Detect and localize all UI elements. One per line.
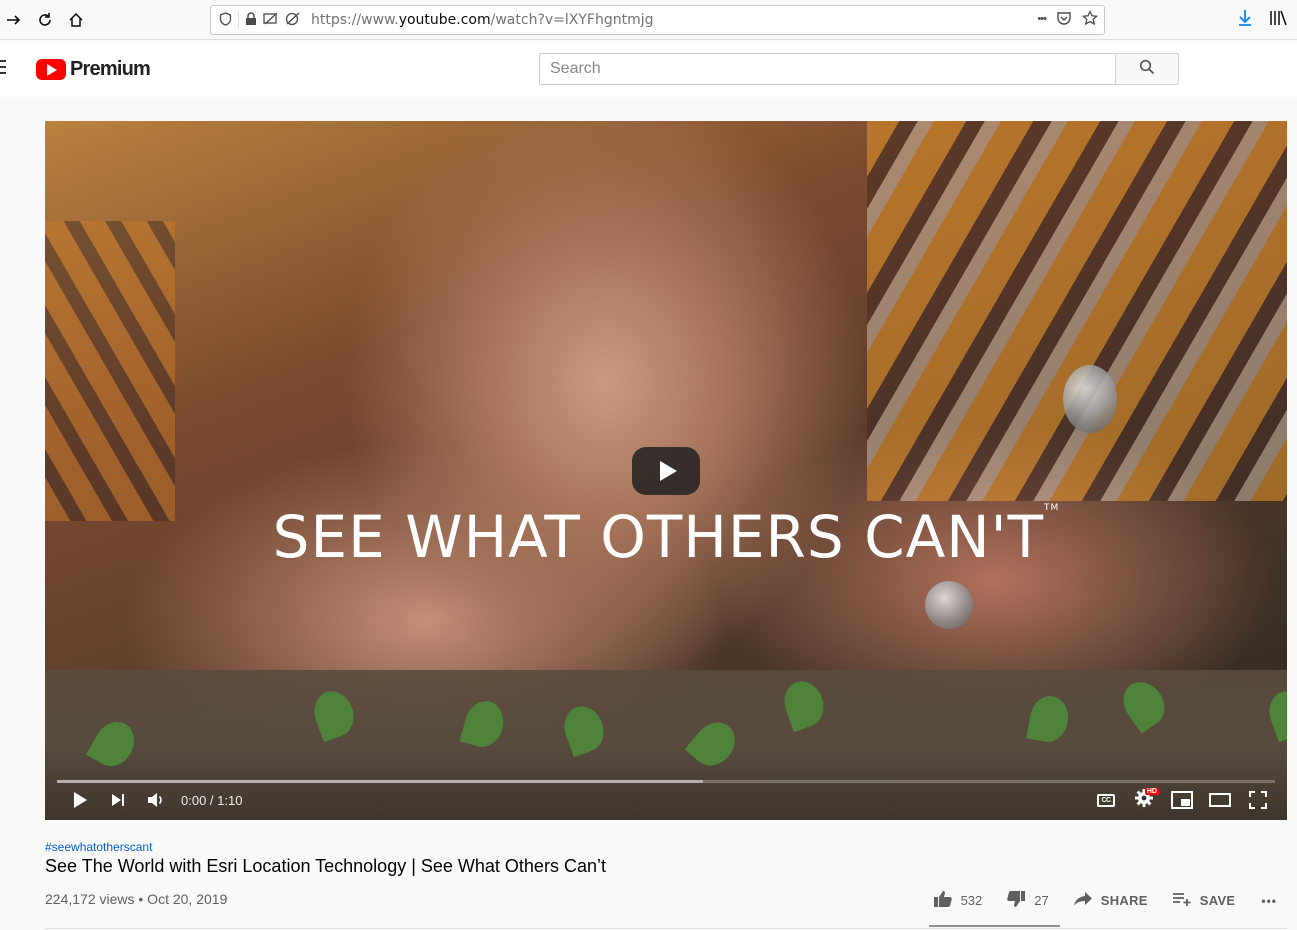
like-button[interactable]: 532	[933, 890, 983, 911]
hd-badge: HD	[1144, 788, 1159, 795]
save-button[interactable]: SAVE	[1172, 891, 1236, 910]
fullscreen-icon[interactable]	[1239, 782, 1277, 818]
player-controls: 0:00 / 1:10 CC HD	[45, 780, 1287, 820]
url-path: /watch?v=lXYFhgntmjg	[490, 12, 654, 28]
autoplay-blocked-icon[interactable]	[285, 12, 301, 29]
divider	[45, 928, 1287, 929]
share-label: SHARE	[1100, 893, 1148, 908]
settings-button[interactable]: HD	[1125, 782, 1163, 818]
thumbs-down-icon	[1006, 890, 1026, 911]
shield-icon[interactable]	[219, 11, 232, 29]
share-arrow-icon	[1073, 891, 1093, 910]
thumbs-up-icon	[933, 890, 953, 911]
library-icon[interactable]	[1269, 9, 1287, 32]
bookmark-star-icon[interactable]	[1081, 9, 1099, 29]
youtube-play-logo-icon	[36, 59, 66, 80]
reload-icon[interactable]	[33, 8, 57, 32]
menu-icon[interactable]	[0, 60, 6, 78]
search-box	[539, 53, 1179, 85]
search-button[interactable]	[1115, 53, 1179, 85]
pocket-icon[interactable]	[1056, 10, 1072, 29]
view-count-date: 224,172 views • Oct 20, 2019	[45, 891, 228, 907]
search-icon	[1139, 59, 1155, 80]
youtube-header: Premium	[0, 41, 1297, 97]
overlay-text: SEE WHAT OTHERS CAN'T	[272, 503, 1045, 571]
downloads-icon[interactable]	[1237, 9, 1253, 32]
next-icon[interactable]	[99, 782, 137, 818]
url-prefix: https://www.	[311, 12, 399, 28]
video-actions: 532 27 SHARE SAVE •••	[915, 890, 1277, 911]
search-input[interactable]	[539, 53, 1115, 85]
subtitles-button[interactable]: CC	[1087, 782, 1125, 818]
home-icon[interactable]	[64, 8, 88, 32]
share-button[interactable]: SHARE	[1073, 891, 1148, 910]
logo-text: Premium	[70, 58, 151, 80]
forward-icon[interactable]	[2, 8, 26, 32]
like-count: 532	[960, 893, 983, 908]
theater-mode-icon[interactable]	[1201, 782, 1239, 818]
play-icon[interactable]	[61, 782, 99, 818]
youtube-premium-logo[interactable]: Premium	[36, 58, 151, 81]
volume-icon[interactable]	[137, 782, 175, 818]
url-host: youtube.com	[398, 12, 491, 28]
more-actions-button[interactable]: •••	[1261, 894, 1277, 908]
permissions-icon[interactable]	[263, 12, 279, 29]
sentiment-bar	[929, 925, 1060, 927]
video-overlay-title: SEE WHAT OTHERS CAN'TTM	[45, 503, 1287, 571]
more-horizontal-icon: •••	[1261, 893, 1277, 908]
miniplayer-icon[interactable]	[1163, 782, 1201, 818]
video-frame-shirt-left	[45, 221, 175, 521]
captions-icon: CC	[1097, 793, 1115, 807]
video-frame-shirt	[867, 121, 1287, 501]
video-title: See The World with Esri Location Technol…	[45, 856, 606, 876]
playlist-add-icon	[1172, 891, 1192, 910]
video-player[interactable]: SEE WHAT OTHERS CAN'TTM 0:00 / 1:10 CC H…	[45, 121, 1287, 820]
browser-toolbar: https://www.youtube.com/watch?v=lXYFhgnt…	[0, 0, 1297, 40]
hashtag-link[interactable]: #seewhatotherscant	[45, 840, 152, 854]
page-actions-icon[interactable]: •••	[1037, 10, 1047, 29]
url-text[interactable]: https://www.youtube.com/watch?v=lXYFhgnt…	[307, 12, 654, 28]
url-bar[interactable]: https://www.youtube.com/watch?v=lXYFhgnt…	[210, 5, 1105, 35]
save-label: SAVE	[1199, 893, 1236, 908]
dislike-button[interactable]: 27	[1006, 890, 1049, 911]
big-play-button[interactable]	[632, 447, 700, 495]
lock-icon[interactable]	[245, 11, 257, 29]
dislike-count: 27	[1034, 893, 1049, 908]
time-display: 0:00 / 1:10	[181, 792, 243, 808]
trademark-mark: TM	[1044, 503, 1060, 513]
